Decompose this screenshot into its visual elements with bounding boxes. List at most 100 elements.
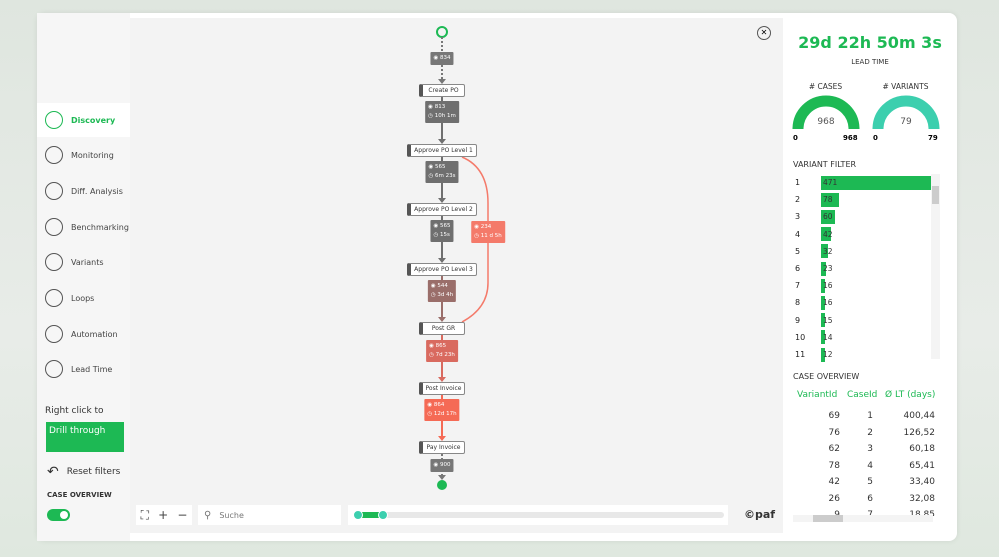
- variant-scrollbar[interactable]: [931, 174, 940, 359]
- variant-row[interactable]: 4 42: [783, 226, 933, 243]
- header-lt[interactable]: Ø LT (days): [885, 390, 935, 400]
- case-count: ◉ 565: [433, 223, 451, 229]
- sidebar-item-discovery[interactable]: Discovery: [37, 103, 130, 137]
- edge-badge[interactable]: ◉ 864 ◷ 12d 17h: [424, 399, 460, 421]
- edge-badge[interactable]: ◉ 544 ◷ 3d 4h: [427, 280, 457, 302]
- case-overview-table[interactable]: VariantId CaseId Ø LT (days) 69 1 400,44 76 2 12…: [793, 386, 943, 516]
- variant-bar: 15: [821, 313, 833, 328]
- variant-id: 6: [795, 264, 801, 273]
- variant-row[interactable]: 6 23: [783, 260, 933, 277]
- case-overview-label: CASE OVERVIEW: [47, 491, 112, 499]
- lead-time-value: 29d 22h 50m 3s: [798, 33, 942, 52]
- activity-node[interactable]: Create PO: [419, 84, 465, 97]
- variants-gauge-value: 79: [900, 117, 912, 127]
- table-row[interactable]: 69 1 400,44: [793, 411, 943, 428]
- drill-through-button[interactable]: Drill through: [46, 422, 124, 452]
- duration: ◷ 15s: [433, 232, 450, 238]
- variant-row[interactable]: 2 78: [783, 191, 933, 208]
- sidebar-item-automation[interactable]: Automation: [37, 317, 130, 351]
- slider-handle-max[interactable]: [378, 510, 388, 520]
- activity-node[interactable]: Approve PO Level 2: [407, 203, 477, 216]
- case-table-hscrollbar[interactable]: [793, 515, 933, 522]
- variant-filter-list[interactable]: 1 471 2 78 3 60 4 42 5 32 6 23 7 16 8 16 9 15 10 14 11 12: [783, 174, 943, 364]
- sidebar-item-benchmarking[interactable]: Benchmarking: [37, 210, 130, 244]
- duration: ◷ 12d 17h: [427, 411, 457, 417]
- activity-node[interactable]: Approve PO Level 1: [407, 144, 477, 157]
- activity-node[interactable]: Post GR: [419, 322, 465, 335]
- fit-screen-icon[interactable]: ⛶: [141, 508, 149, 523]
- edge-badge[interactable]: ◉ 565 ◷ 15s: [430, 220, 454, 242]
- activity-node[interactable]: Pay Invoice: [419, 441, 465, 454]
- bypass-edge-badge[interactable]: ◉ 234 ◷ 11 d 5h: [471, 221, 505, 243]
- variant-id: 2: [795, 195, 801, 205]
- slider-handle-min[interactable]: [353, 510, 363, 520]
- loop-icon: [45, 289, 63, 307]
- variant-bar: 16: [821, 295, 833, 310]
- reset-filters-button[interactable]: ↶ Reset filters: [47, 464, 120, 480]
- zoom-out-button[interactable]: −: [177, 508, 187, 522]
- zoom-in-button[interactable]: +: [158, 508, 168, 522]
- table-row[interactable]: 78 4 65,41: [793, 461, 943, 478]
- variant-row[interactable]: 7 16: [783, 277, 933, 294]
- undo-icon: ↶: [47, 464, 59, 480]
- edge-badge[interactable]: ◉ 865 ◷ 7d 23h: [426, 340, 458, 362]
- variant-row[interactable]: 10 14: [783, 329, 933, 346]
- sidebar-item-variants[interactable]: Variants: [37, 245, 130, 279]
- header-variantid[interactable]: VariantId: [797, 390, 837, 400]
- case-count: ◉ 865: [429, 343, 447, 349]
- variant-bar: 12: [821, 347, 833, 362]
- nav-label: Variants: [71, 257, 104, 267]
- activity-node[interactable]: Post Invoice: [419, 382, 465, 395]
- pie-chart-icon: [45, 182, 63, 200]
- variant-row[interactable]: 11 12: [783, 346, 933, 363]
- edge-arrow: [438, 475, 446, 480]
- nav-label: Diff. Analysis: [71, 186, 123, 196]
- variant-bar: 78: [821, 192, 840, 207]
- header-caseid[interactable]: CaseId: [847, 390, 877, 400]
- zoom-controls: ⛶ + −: [136, 505, 192, 525]
- table-row[interactable]: 62 3 60,18: [793, 444, 943, 461]
- table-header: VariantId CaseId Ø LT (days): [793, 390, 943, 407]
- sidebar-item-diff-analysis[interactable]: Diff. Analysis: [37, 174, 130, 208]
- lead-time-label: LEAD TIME: [851, 58, 889, 66]
- activity-node[interactable]: Approve PO Level 3: [407, 263, 477, 276]
- variant-id: 8: [795, 298, 801, 308]
- right-click-hint: Right click to: [45, 406, 104, 416]
- edge-badge[interactable]: ◉ 834: [430, 52, 454, 65]
- table-row[interactable]: 26 6 32,08: [793, 494, 943, 511]
- variant-id: 10: [795, 332, 806, 342]
- case-overview-toggle[interactable]: [47, 509, 70, 521]
- variant-row[interactable]: 9 15: [783, 312, 933, 329]
- variant-row[interactable]: 3 60: [783, 208, 933, 225]
- sidebar-item-monitoring[interactable]: Monitoring: [37, 138, 130, 172]
- search-icon: ⚲: [204, 509, 212, 521]
- case-count: ◉ 544: [430, 283, 448, 289]
- search-input[interactable]: Suche: [219, 511, 244, 520]
- edge-badge[interactable]: ◉ 813 ◷ 10h 1m: [425, 101, 459, 123]
- cases-gauge-value: 968: [817, 117, 835, 127]
- clock-icon: [45, 360, 63, 378]
- process-map-canvas[interactable]: ✕ ⛶ + − ⚲ Suche ©paf ◉ 834 ◉ 813 ◷ 10h 1m ◉ 56…: [130, 18, 783, 533]
- duration: ◷ 10h 1m: [428, 113, 456, 119]
- case-count: ◉ 864: [427, 402, 445, 408]
- case-count: ◉ 834: [433, 55, 451, 61]
- layout-toggle-icon[interactable]: ✕: [757, 26, 771, 40]
- table-row[interactable]: 76 2 126,52: [793, 428, 943, 445]
- case-count: ◉ 565: [428, 164, 446, 170]
- edge-badge[interactable]: ◉ 565 ◷ 6m 23s: [425, 161, 459, 183]
- app-window: pafnow DiscoveryMonitoringDiff. Analysis…: [37, 13, 957, 541]
- variant-row[interactable]: 5 32: [783, 243, 933, 260]
- sidebar-item-lead-time[interactable]: Lead Time: [37, 352, 130, 386]
- start-node: [436, 26, 448, 38]
- variants-max: 79: [928, 134, 938, 142]
- variant-row[interactable]: 1 471: [783, 174, 933, 191]
- variant-id: 4: [795, 229, 801, 239]
- table-row[interactable]: 42 5 33,40: [793, 477, 943, 494]
- edge-badge[interactable]: ◉ 900: [430, 459, 454, 472]
- search-box[interactable]: ⚲ Suche: [198, 505, 341, 525]
- sidebar-item-loops[interactable]: Loops: [37, 281, 130, 315]
- duration: ◷ 6m 23s: [428, 173, 456, 179]
- frequency-slider[interactable]: [348, 505, 728, 525]
- variant-row[interactable]: 8 16: [783, 294, 933, 311]
- cases-max: 968: [843, 134, 858, 142]
